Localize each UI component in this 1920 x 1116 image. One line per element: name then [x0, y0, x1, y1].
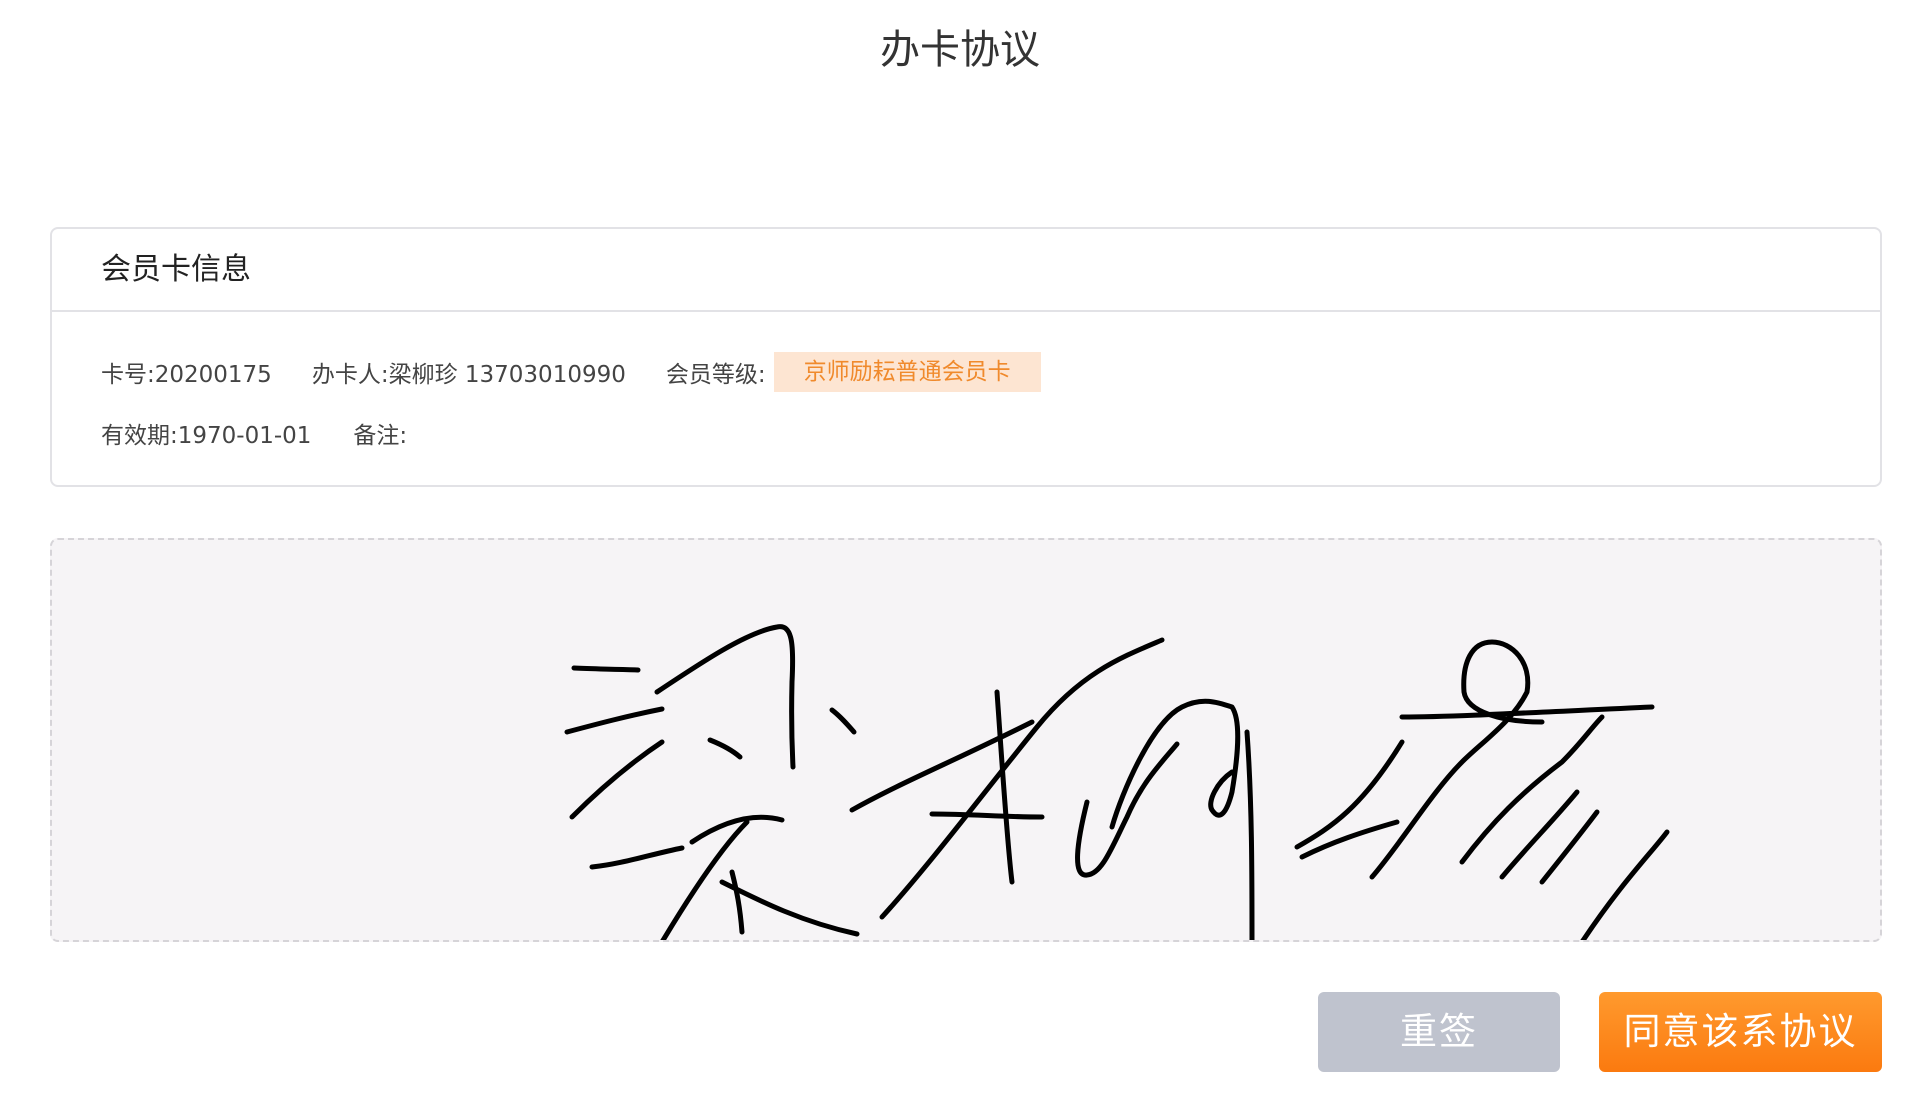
member-card-info-header: 会员卡信息: [52, 229, 1880, 312]
member-level-badge: 京师励耘普通会员卡: [773, 352, 1041, 392]
card-applicant: 办卡人:梁柳珍 13703010990: [311, 362, 626, 388]
card-expiry: 有效期:1970-01-01: [101, 423, 312, 449]
card-info-row-2: 有效期:1970-01-01 备注:: [101, 412, 449, 454]
page-title: 办卡协议: [880, 27, 1040, 73]
card-number: 卡号:20200175: [101, 362, 272, 388]
handwritten-signature: [564, 624, 1670, 940]
member-level-label: 会员等级:: [665, 362, 766, 388]
resign-button[interactable]: 重签: [1318, 992, 1560, 1072]
card-remark: 备注:: [353, 423, 408, 449]
card-info-row-1: 卡号:20200175 办卡人:梁柳珍 13703010990 会员等级: 京师…: [101, 351, 1041, 393]
signature-pad[interactable]: [50, 538, 1882, 942]
agree-agreement-button[interactable]: 同意该系协议: [1599, 992, 1882, 1072]
member-card-info-panel: 会员卡信息 卡号:20200175 办卡人:梁柳珍 13703010990 会员…: [50, 227, 1882, 487]
